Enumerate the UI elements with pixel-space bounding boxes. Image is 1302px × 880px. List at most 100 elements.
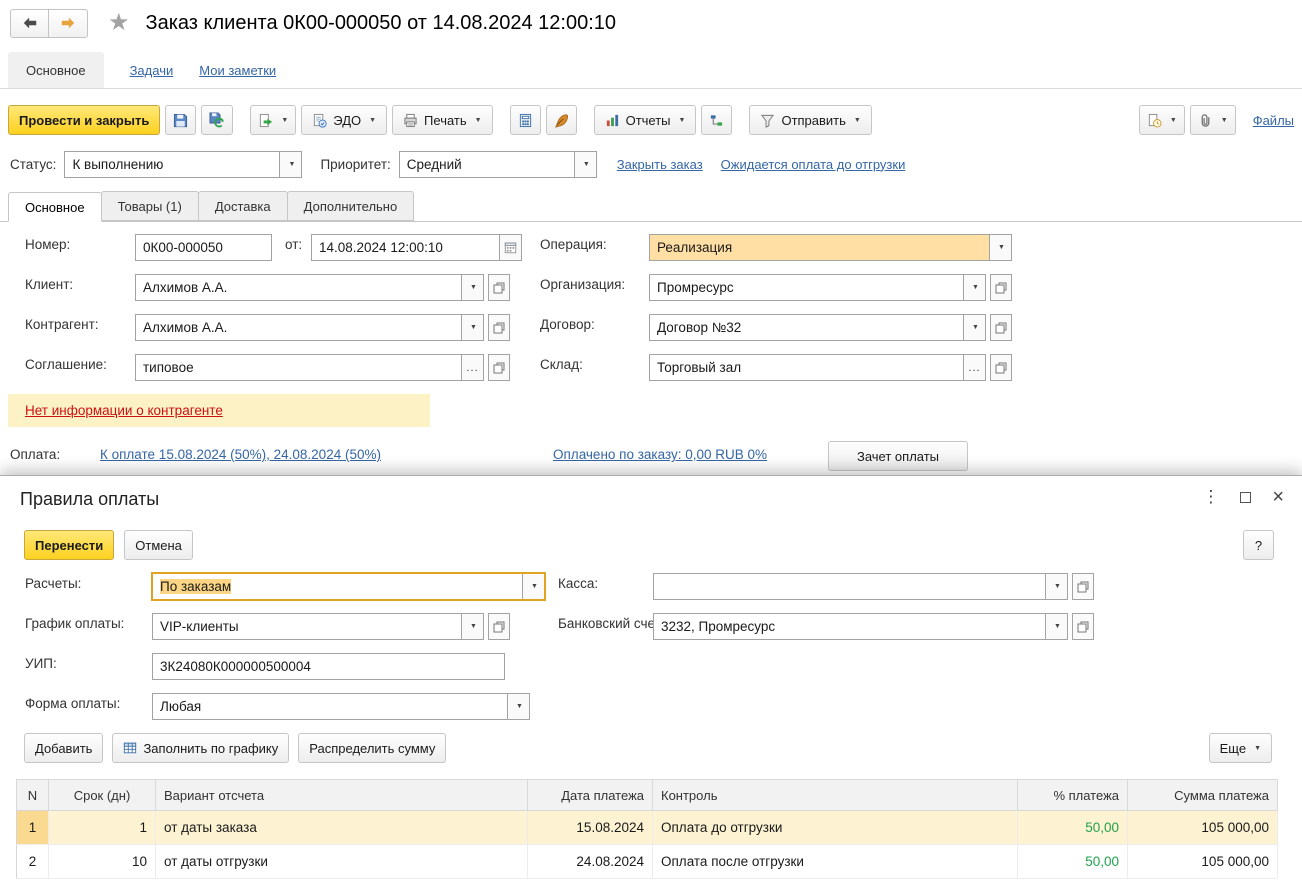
date-field[interactable]: 14.08.2024 12:00:10 — [311, 234, 522, 261]
cancel-button[interactable]: Отмена — [124, 530, 193, 560]
table-row[interactable]: 1 1 от даты заказа 15.08.2024 Оплата до … — [16, 810, 1278, 845]
form-tab-extra[interactable]: Дополнительно — [286, 191, 415, 221]
uip-value[interactable]: 3К24080К000000500004 — [152, 653, 505, 680]
calendar-button[interactable] — [500, 234, 522, 261]
payment-form-value[interactable]: Любая — [152, 693, 508, 720]
payment-form-combobox[interactable]: Любая ▼ — [152, 693, 530, 720]
organization-dropdown-button[interactable]: ▼ — [964, 274, 986, 301]
status-value[interactable]: К выполнению — [64, 150, 281, 178]
no-counterparty-info-link[interactable]: Нет информации о контрагенте — [25, 403, 223, 418]
close-order-link[interactable]: Закрыть заказ — [617, 157, 703, 172]
payment-schedule-open-button[interactable] — [488, 613, 510, 640]
payment-offset-button[interactable]: Зачет оплаты — [828, 441, 968, 471]
cell-amount[interactable]: 105 000,00 — [1127, 810, 1278, 845]
operation-dropdown-button[interactable]: ▼ — [990, 234, 1012, 261]
number-value[interactable]: 0К00-000050 — [135, 234, 272, 261]
operation-combobox[interactable]: Реализация ▼ — [649, 234, 1012, 261]
status-combobox[interactable]: К выполнению ▼ — [64, 150, 303, 178]
cell-term-days[interactable]: 1 — [48, 810, 156, 845]
cell-term-days[interactable]: 10 — [48, 844, 156, 879]
payment-form-dropdown-button[interactable]: ▼ — [508, 693, 530, 720]
tab-main[interactable]: Основное — [8, 52, 104, 88]
agreement-value[interactable]: типовое — [135, 354, 462, 381]
priority-value[interactable]: Средний — [398, 150, 575, 178]
col-variant[interactable]: Вариант отсчета — [155, 779, 528, 811]
cell-variant[interactable]: от даты заказа — [155, 810, 528, 845]
cashbox-dropdown-button[interactable]: ▼ — [1046, 573, 1068, 600]
form-tab-goods[interactable]: Товары (1) — [100, 191, 199, 221]
bank-account-value[interactable]: 3232, Промресурс — [653, 613, 1046, 640]
uip-field[interactable]: 3К24080К000000500004 — [152, 653, 505, 680]
agreement-field[interactable]: типовое ... — [135, 354, 510, 381]
cell-control[interactable]: Оплата до отгрузки — [652, 810, 1018, 845]
attachments-button[interactable]: ▼ — [1189, 105, 1236, 135]
number-field[interactable]: 0К00-000050 — [135, 234, 272, 261]
save-button[interactable] — [165, 105, 197, 135]
client-combobox[interactable]: Алхимов А.А. ▼ — [135, 274, 510, 301]
counterparty-combobox[interactable]: Алхимов А.А. ▼ — [135, 314, 510, 341]
warehouse-select-button[interactable]: ... — [964, 354, 986, 381]
settlements-combobox[interactable]: По заказам ▼ — [151, 572, 546, 601]
organization-combobox[interactable]: Промресурс ▼ — [649, 274, 1012, 301]
send-button[interactable]: Отправить ▼ — [749, 105, 872, 135]
counterparty-value[interactable]: Алхимов А.А. — [135, 314, 462, 341]
col-n[interactable]: N — [16, 779, 49, 811]
warehouse-value[interactable]: Торговый зал — [649, 354, 964, 381]
sign-button[interactable] — [545, 105, 577, 135]
post-and-close-button[interactable]: Провести и закрыть — [8, 105, 161, 135]
cell-payment-date[interactable]: 24.08.2024 — [527, 844, 653, 879]
cell-percent[interactable]: 50,00 — [1017, 810, 1128, 845]
col-control[interactable]: Контроль — [652, 779, 1018, 811]
counterparty-dropdown-button[interactable]: ▼ — [462, 314, 484, 341]
counterparty-open-button[interactable] — [488, 314, 510, 341]
files-link[interactable]: Файлы — [1253, 113, 1294, 128]
calculator-button[interactable] — [509, 105, 541, 135]
table-row[interactable]: 2 10 от даты отгрузки 24.08.2024 Оплата … — [16, 844, 1278, 879]
contract-dropdown-button[interactable]: ▼ — [964, 314, 986, 341]
bank-account-combobox[interactable]: 3232, Промресурс ▼ — [653, 613, 1094, 640]
organization-open-button[interactable] — [990, 274, 1012, 301]
warehouse-field[interactable]: Торговый зал ... — [649, 354, 1012, 381]
priority-combobox[interactable]: Средний ▼ — [398, 150, 597, 178]
cell-n[interactable]: 2 — [16, 844, 49, 879]
settlements-value-box[interactable]: По заказам — [152, 573, 523, 600]
payment-due-link[interactable]: К оплате 15.08.2024 (50%), 24.08.2024 (5… — [100, 447, 381, 462]
back-button[interactable] — [10, 8, 49, 38]
create-based-on-button[interactable]: ▼ — [250, 105, 297, 135]
cashbox-value[interactable] — [653, 573, 1046, 600]
cell-n[interactable]: 1 — [16, 810, 49, 845]
form-tab-main[interactable]: Основное — [8, 192, 102, 222]
col-amount[interactable]: Сумма платежа — [1127, 779, 1278, 811]
cell-variant[interactable]: от даты отгрузки — [155, 844, 528, 879]
form-tab-delivery[interactable]: Доставка — [197, 191, 288, 221]
close-icon[interactable]: × — [1272, 487, 1284, 507]
cashbox-open-button[interactable] — [1072, 573, 1094, 600]
col-payment-date[interactable]: Дата платежа — [527, 779, 653, 811]
distribute-amount-button[interactable]: Распределить сумму — [298, 733, 447, 763]
fill-by-schedule-button[interactable]: Заполнить по графику — [112, 733, 290, 763]
cell-control[interactable]: Оплата после отгрузки — [652, 844, 1018, 879]
transfer-button[interactable]: Перенести — [24, 530, 115, 560]
priority-dropdown-button[interactable]: ▼ — [574, 150, 597, 178]
help-button[interactable]: ? — [1243, 530, 1274, 560]
payment-schedule-dropdown-button[interactable]: ▼ — [462, 613, 484, 640]
client-value[interactable]: Алхимов А.А. — [135, 274, 462, 301]
client-dropdown-button[interactable]: ▼ — [462, 274, 484, 301]
more-button[interactable]: Еще ▼ — [1208, 733, 1272, 763]
bank-account-dropdown-button[interactable]: ▼ — [1046, 613, 1068, 640]
date-value[interactable]: 14.08.2024 12:00:10 — [311, 234, 500, 261]
col-percent[interactable]: % платежа — [1017, 779, 1128, 811]
contract-combobox[interactable]: Договор №32 ▼ — [649, 314, 1012, 341]
edo-button[interactable]: ЭДО ▼ — [301, 105, 388, 135]
cell-amount[interactable]: 105 000,00 — [1127, 844, 1278, 879]
save-and-refresh-button[interactable] — [201, 105, 234, 135]
organization-value[interactable]: Промресурс — [649, 274, 964, 301]
tab-tasks[interactable]: Задачи — [130, 63, 174, 78]
bank-account-open-button[interactable] — [1072, 613, 1094, 640]
cashbox-combobox[interactable]: ▼ — [653, 573, 1094, 600]
maximize-icon[interactable] — [1240, 491, 1252, 503]
warehouse-open-button[interactable] — [990, 354, 1012, 381]
add-row-button[interactable]: Добавить — [24, 733, 104, 763]
reports-button[interactable]: Отчеты ▼ — [593, 105, 697, 135]
forward-button[interactable] — [49, 8, 88, 38]
